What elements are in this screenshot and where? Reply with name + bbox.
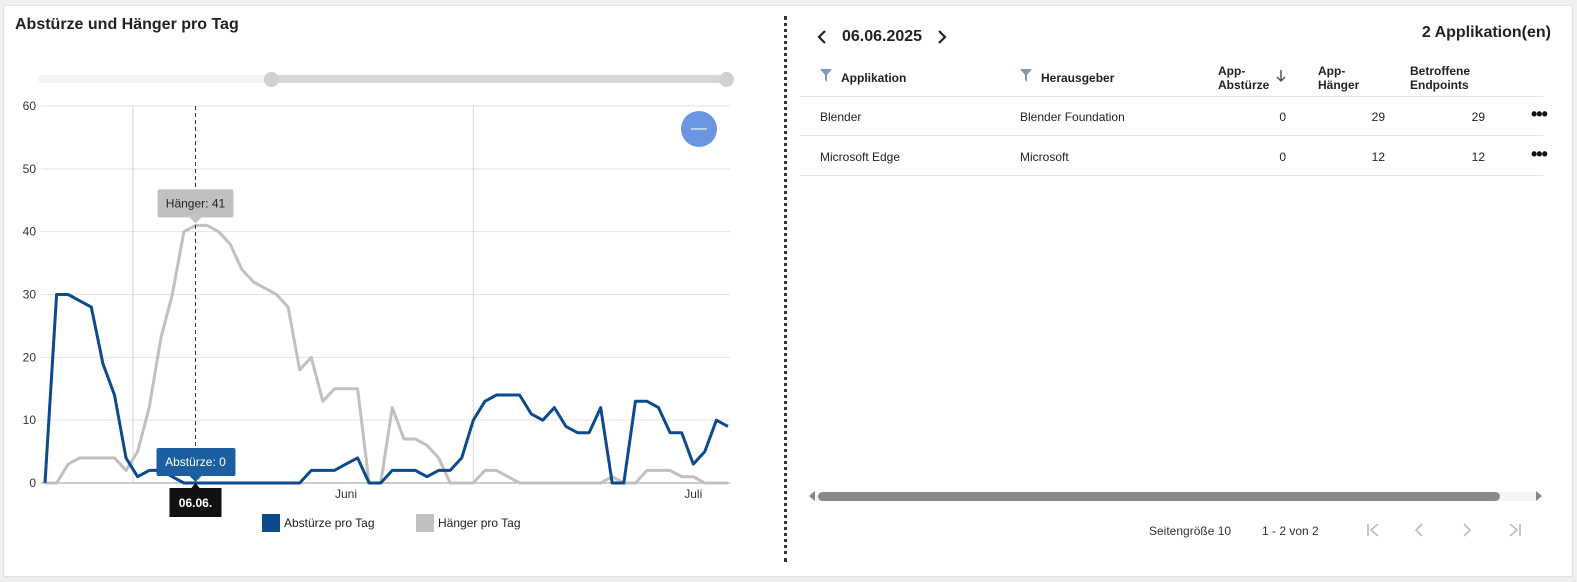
legend-item-haenger[interactable]: Hänger pro Tag	[416, 514, 521, 532]
cell-app[interactable]: Microsoft Edge	[820, 150, 900, 164]
cell-hangs: 29	[1371, 110, 1385, 124]
application-count: 2 Applikation(en)	[1421, 24, 1551, 41]
column-header-app-haenger[interactable]: App- Hänger	[1318, 64, 1359, 92]
row-divider	[800, 175, 1543, 176]
column-header-app-abstuerze-line2: Abstürze	[1218, 78, 1270, 92]
tooltip-abstuerze: Abstürze: 0	[165, 455, 226, 469]
column-header-app-haenger-line2: Hänger	[1318, 78, 1360, 92]
cell-crashes: 0	[1279, 110, 1286, 124]
chevron-right-icon[interactable]	[932, 25, 952, 49]
cell-publisher: Microsoft	[1020, 150, 1069, 164]
date-tooltip: 06.06.	[179, 496, 212, 510]
last-page-icon[interactable]	[1508, 522, 1522, 538]
page-size-label[interactable]: Seitengröße 10	[1149, 524, 1231, 538]
legend-label-abstuerze: Abstürze pro Tag	[284, 516, 375, 530]
horizontal-scrollbar-thumb[interactable]	[818, 492, 1500, 501]
cell-endpoints: 29	[1471, 110, 1485, 124]
y-tick-label: 40	[23, 225, 37, 239]
y-tick-label: 60	[23, 99, 37, 113]
legend-label-haenger: Hänger pro Tag	[438, 516, 521, 530]
cell-endpoints: 12	[1471, 150, 1485, 164]
tooltip-abstuerze-pointer	[189, 476, 202, 482]
legend-swatch-abstuerze	[262, 514, 280, 532]
y-tick-label: 30	[23, 288, 37, 302]
y-axis-labels: 60 50 40 30 20 10 0	[23, 99, 37, 490]
column-header-endpoints-line2: Endpoints	[1410, 78, 1469, 92]
first-page-icon[interactable]	[1366, 522, 1380, 538]
y-tick-label: 50	[23, 162, 37, 176]
line-chart: 60 50 40 30 20 10 0 Juni Juli Hänger: 41 Abstürz…	[23, 99, 730, 517]
collapse-button[interactable]: —	[681, 111, 717, 147]
previous-page-icon[interactable]	[1414, 522, 1424, 538]
legend-item-abstuerze[interactable]: Abstürze pro Tag	[262, 514, 375, 532]
column-header-betroffene-endpoints[interactable]: Betroffene Endpoints	[1410, 64, 1470, 92]
page-range-label: 1 - 2 von 2	[1262, 524, 1319, 538]
header-divider	[800, 96, 1543, 97]
scroll-right-icon[interactable]	[1535, 490, 1543, 502]
row-divider	[800, 135, 1543, 136]
column-header-applikation[interactable]: Applikation	[841, 71, 906, 85]
y-tick-label: 20	[23, 350, 37, 364]
x-tick-label: Juli	[684, 487, 702, 501]
column-header-app-abstuerze[interactable]: App- Abstürze	[1218, 64, 1269, 92]
series-line-haenger	[45, 223, 728, 485]
date-navigator: 06.06.2025	[812, 25, 952, 49]
cell-app[interactable]: Blender	[820, 110, 861, 124]
column-header-endpoints-line1: Betroffene	[1410, 64, 1471, 78]
column-header-app-haenger-line1: App-	[1318, 64, 1346, 78]
filter-icon[interactable]	[1020, 69, 1032, 82]
cell-publisher: Blender Foundation	[1020, 110, 1125, 124]
panel-divider	[784, 16, 787, 562]
selected-date: 06.06.2025	[842, 28, 923, 45]
column-header-herausgeber[interactable]: Herausgeber	[1041, 71, 1114, 85]
tooltip-haenger: Hänger: 41	[166, 196, 226, 210]
y-tick-label: 10	[23, 413, 37, 427]
sort-descending-icon[interactable]	[1276, 70, 1286, 83]
column-header-app-abstuerze-line1: App-	[1218, 64, 1246, 78]
legend-swatch-haenger	[416, 514, 434, 532]
chevron-left-icon[interactable]	[812, 25, 832, 49]
cell-crashes: 0	[1279, 150, 1286, 164]
cell-hangs: 12	[1371, 150, 1385, 164]
x-axis-labels: Juni Juli	[335, 487, 702, 501]
row-more-icon[interactable]: •••	[1531, 104, 1548, 125]
filter-icon[interactable]	[820, 69, 832, 82]
next-page-icon[interactable]	[1462, 522, 1472, 538]
chart-series	[43, 223, 729, 485]
row-more-icon[interactable]: •••	[1531, 144, 1548, 165]
y-tick-label: 0	[29, 476, 36, 490]
tooltip-haenger-pointer	[189, 217, 202, 224]
scroll-left-icon[interactable]	[808, 490, 816, 502]
x-tick-label: Juni	[335, 487, 357, 501]
